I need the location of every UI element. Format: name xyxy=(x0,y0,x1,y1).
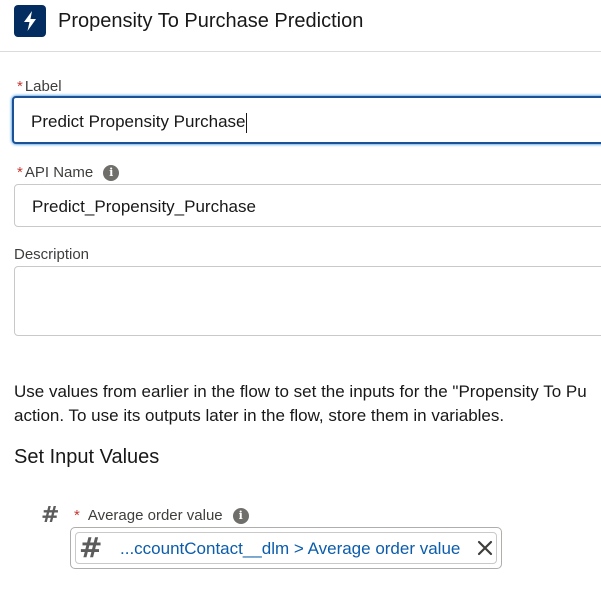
lightning-bolt-icon xyxy=(14,5,46,37)
label-field-label-text: Label xyxy=(24,78,62,95)
average-order-value-input[interactable]: # ...ccountContact__dlm > Average order … xyxy=(70,527,502,569)
api-name-label-text: API Name xyxy=(24,164,94,181)
api-name-input[interactable]: Predict_Propensity_Purchase xyxy=(14,184,601,227)
info-icon[interactable]: i xyxy=(232,508,249,524)
api-name-field-label: * API Name i xyxy=(17,163,120,183)
panel-header: Propensity To Purchase Prediction xyxy=(0,0,601,52)
panel-title: Propensity To Purchase Prediction xyxy=(58,10,364,32)
label-input[interactable]: Predict Propensity Purchase xyxy=(12,96,601,144)
resource-pill[interactable]: # ...ccountContact__dlm > Average order … xyxy=(75,532,497,564)
description-field-label: Description xyxy=(14,245,89,265)
number-icon: # xyxy=(41,503,60,528)
close-icon[interactable] xyxy=(476,539,494,557)
inputs-help-text: Use values from earlier in the flow to s… xyxy=(14,380,601,428)
info-icon[interactable]: i xyxy=(103,165,120,181)
required-indicator: * xyxy=(17,164,23,181)
help-text-line-2: action. To use its outputs later in the … xyxy=(14,406,505,425)
label-field-label: * Label xyxy=(17,77,62,97)
description-label-text: Description xyxy=(14,246,90,263)
help-text-line-1: Use values from earlier in the flow to s… xyxy=(14,382,587,401)
input-average-order-value-label: * Average order value i xyxy=(74,506,249,526)
required-indicator: * xyxy=(74,507,80,524)
number-icon: # xyxy=(79,531,103,564)
average-order-value-label-text: Average order value xyxy=(87,507,223,524)
section-title: Set Input Values xyxy=(14,446,160,468)
description-textarea[interactable] xyxy=(14,266,601,336)
text-caret xyxy=(245,112,247,133)
required-indicator: * xyxy=(17,78,23,95)
resource-pill-label: ...ccountContact__dlm > Average order va… xyxy=(120,539,461,558)
api-name-input-value: Predict_Propensity_Purchase xyxy=(32,197,256,216)
label-input-value: Predict Propensity Purchase xyxy=(31,112,246,131)
